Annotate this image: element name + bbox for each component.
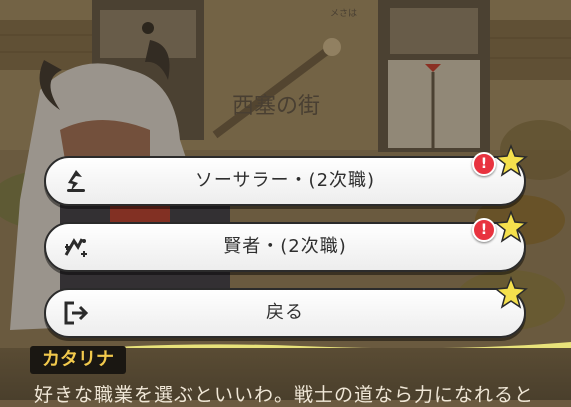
star-sparkle-icon <box>494 144 528 177</box>
dialog-text: 好きな職業を選ぶといいわ。戦士の道なら力になれると <box>34 384 535 406</box>
choice-sorcerer-label: ソーサラー・(2次職) <box>194 170 376 191</box>
speaker-name: カタリナ <box>30 346 126 374</box>
choice-sorcerer-button[interactable]: ソーサラー・(2次職) ! <box>44 144 528 206</box>
choice-sage-button[interactable]: 賢者・(2次職) ! <box>44 210 528 272</box>
alert-badge-icon: ! <box>472 218 496 242</box>
alert-badge-icon: ! <box>472 152 496 176</box>
choice-sage-label: 賢者・(2次職) <box>223 236 347 257</box>
star-sparkle-icon <box>494 276 528 309</box>
back-button-label: 戻る <box>266 302 304 323</box>
star-sparkle-icon <box>494 210 528 243</box>
back-button[interactable]: 戻る <box>44 276 528 338</box>
